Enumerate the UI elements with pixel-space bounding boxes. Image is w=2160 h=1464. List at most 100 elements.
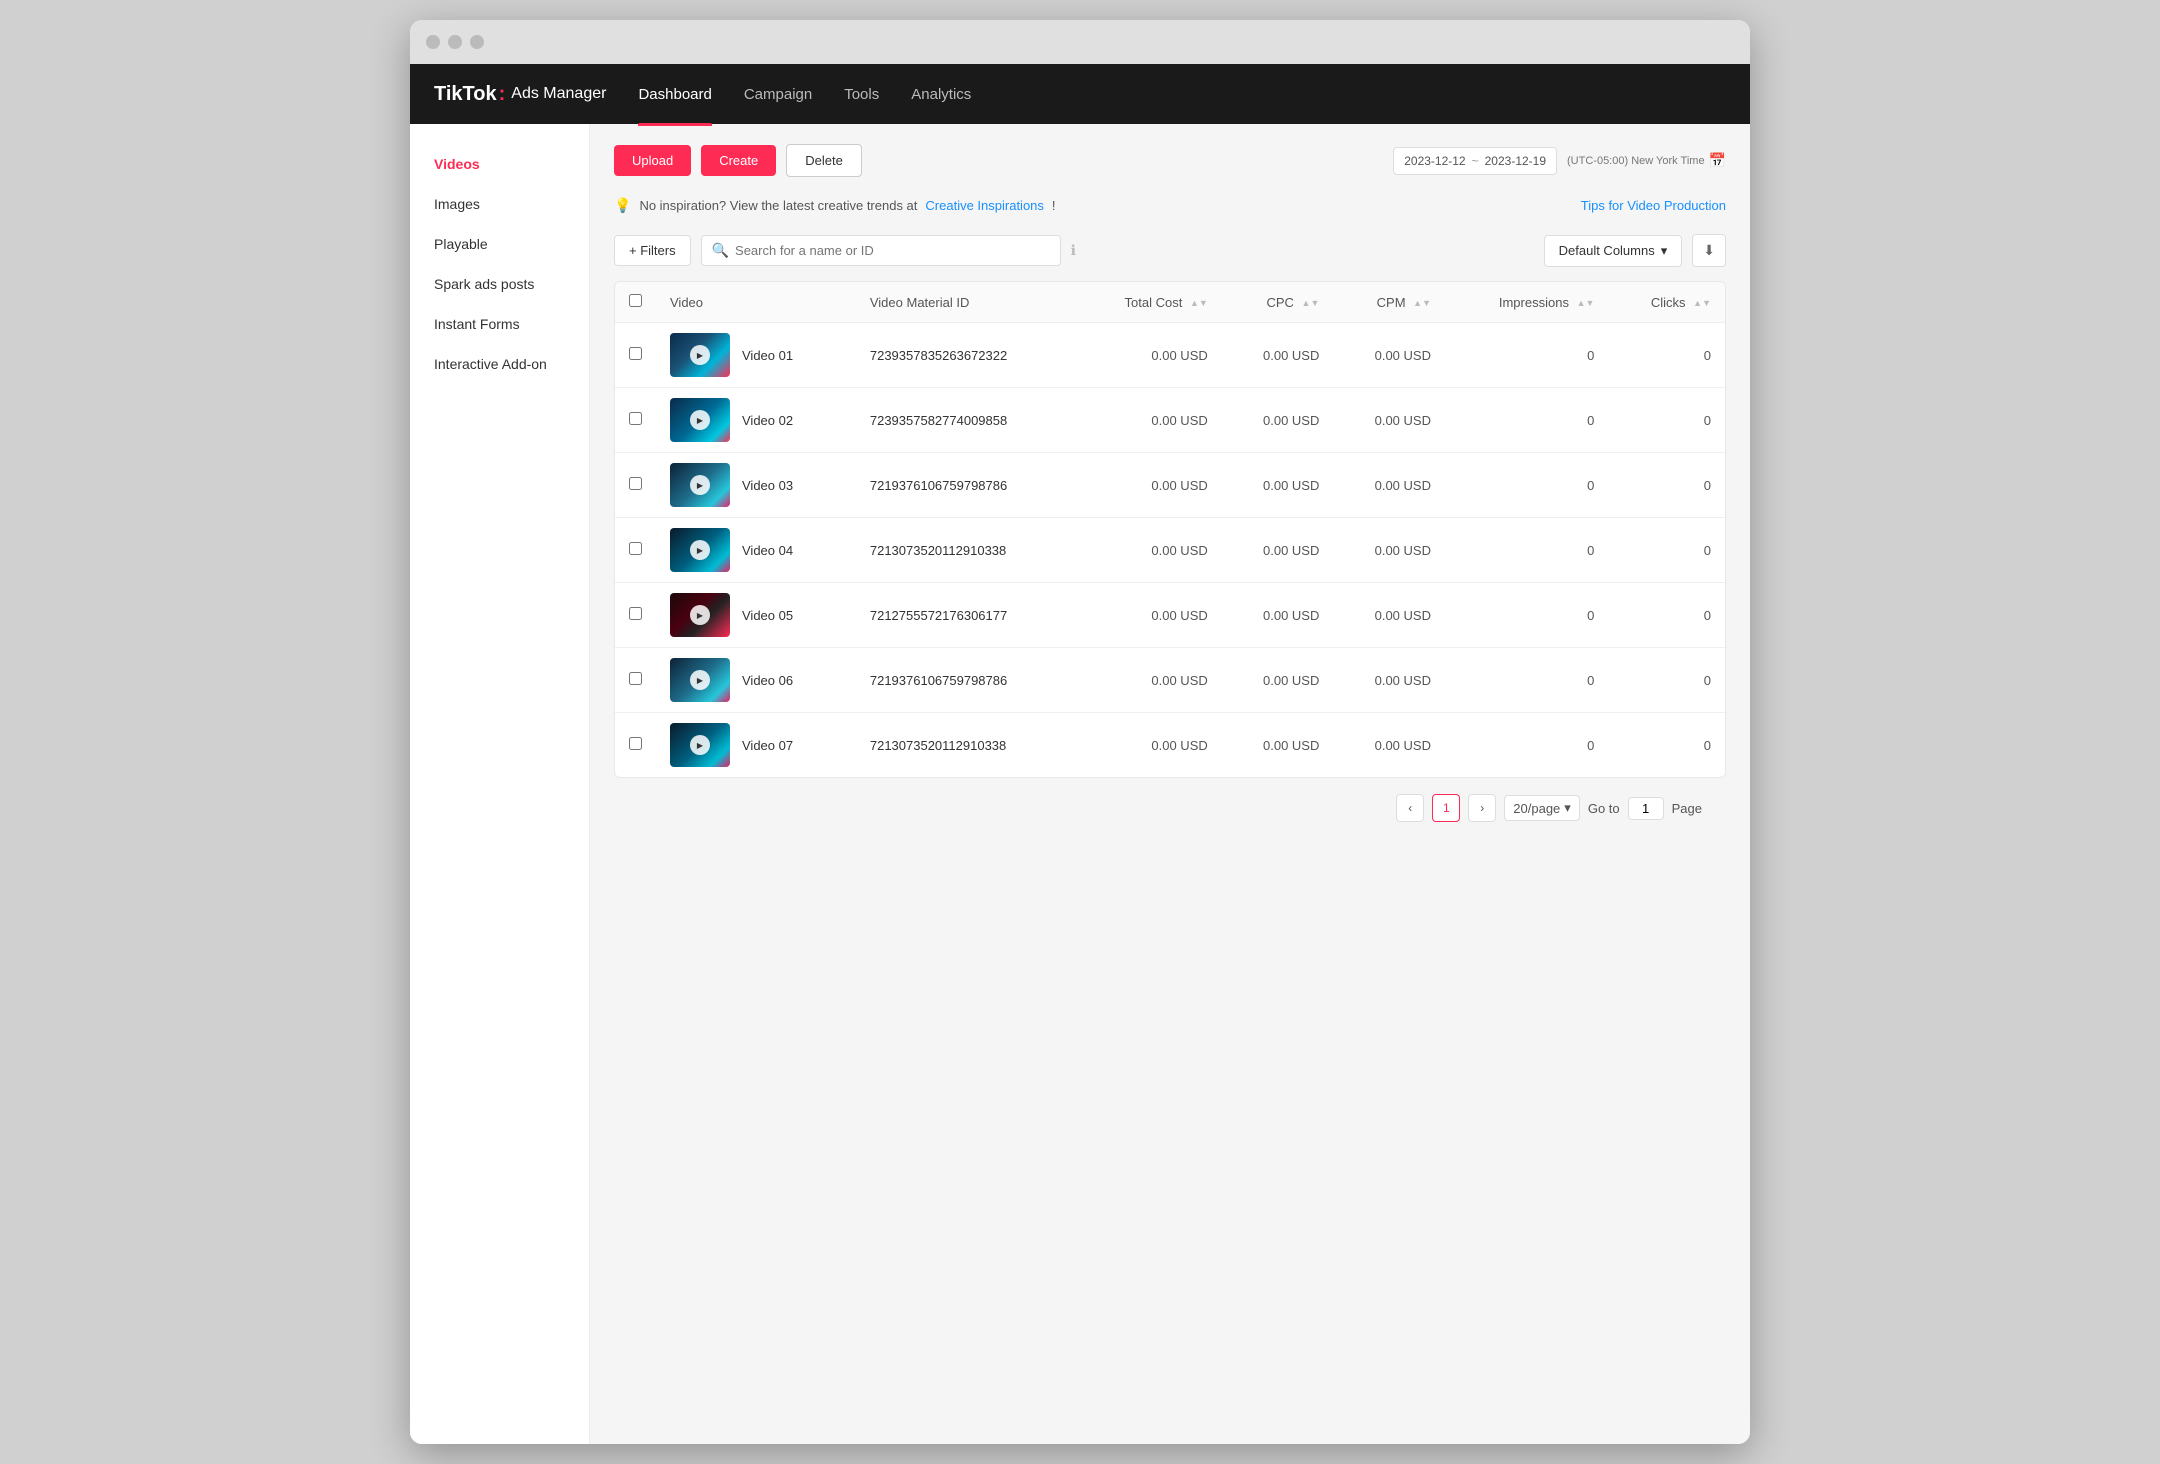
delete-button[interactable]: Delete xyxy=(786,144,862,177)
search-box[interactable]: 🔍 xyxy=(701,235,1061,266)
goto-input[interactable] xyxy=(1628,797,1664,820)
play-icon: ▶ xyxy=(690,735,710,755)
nav-item-campaign[interactable]: Campaign xyxy=(744,82,812,107)
row-checkbox-cell[interactable] xyxy=(615,648,656,713)
table-row: ▶ Video 05 7212755572176306177 0.00 USD … xyxy=(615,583,1725,648)
sidebar-item-spark-ads-posts[interactable]: Spark ads posts xyxy=(410,264,589,304)
cpc-cell: 0.00 USD xyxy=(1222,518,1334,583)
video-name: Video 06 xyxy=(742,673,793,688)
next-page-button[interactable]: › xyxy=(1468,794,1496,822)
cpc-cell: 0.00 USD xyxy=(1222,583,1334,648)
row-checkbox-cell[interactable] xyxy=(615,388,656,453)
date-range-picker[interactable]: 2023-12-12 ~ 2023-12-19 xyxy=(1393,147,1557,175)
row-checkbox[interactable] xyxy=(629,477,642,490)
sort-icon[interactable]: ▲▼ xyxy=(1302,298,1320,308)
upload-button[interactable]: Upload xyxy=(614,145,691,176)
export-icon: ⬇ xyxy=(1703,242,1715,258)
select-all-header[interactable] xyxy=(615,282,656,323)
play-icon: ▶ xyxy=(690,410,710,430)
row-checkbox-cell[interactable] xyxy=(615,583,656,648)
row-checkbox[interactable] xyxy=(629,542,642,555)
cpm-cell: 0.00 USD xyxy=(1333,518,1445,583)
cpm-cell: 0.00 USD xyxy=(1333,648,1445,713)
play-icon: ▶ xyxy=(690,475,710,495)
col-cpm: CPM ▲▼ xyxy=(1333,282,1445,323)
video-thumbnail: ▶ xyxy=(670,398,730,442)
video-thumb-bg: ▶ xyxy=(670,658,730,702)
impressions-cell: 0 xyxy=(1445,648,1608,713)
nav-item-tools[interactable]: Tools xyxy=(844,82,879,107)
video-thumbnail: ▶ xyxy=(670,463,730,507)
sidebar-item-videos[interactable]: Videos xyxy=(410,144,589,184)
col-cpc: CPC ▲▼ xyxy=(1222,282,1334,323)
row-checkbox[interactable] xyxy=(629,607,642,620)
pagination: ‹ 1 › 20/page ▾ Go to Page xyxy=(614,778,1726,838)
video-table: Video Video Material ID Total Cost ▲▼ CP… xyxy=(614,281,1726,778)
maximize-btn[interactable] xyxy=(470,35,484,49)
col-impressions: Impressions ▲▼ xyxy=(1445,282,1608,323)
search-input[interactable] xyxy=(735,243,1050,258)
clicks-cell: 0 xyxy=(1608,518,1725,583)
sidebar-item-playable[interactable]: Playable xyxy=(410,224,589,264)
close-btn[interactable] xyxy=(426,35,440,49)
select-all-checkbox[interactable] xyxy=(629,294,642,307)
total-cost-cell: 0.00 USD xyxy=(1075,648,1222,713)
sidebar-item-interactive-add-on[interactable]: Interactive Add-on xyxy=(410,344,589,384)
row-checkbox-cell[interactable] xyxy=(615,453,656,518)
logo-tiktok: TikTok xyxy=(434,83,497,106)
video-thumb-bg: ▶ xyxy=(670,593,730,637)
row-checkbox-cell[interactable] xyxy=(615,323,656,388)
video-cell: ▶ Video 07 xyxy=(656,713,856,778)
sort-icon[interactable]: ▲▼ xyxy=(1693,298,1711,308)
col-total-cost: Total Cost ▲▼ xyxy=(1075,282,1222,323)
calendar-icon[interactable]: 📅 xyxy=(1709,152,1726,169)
video-cell: ▶ Video 04 xyxy=(656,518,856,583)
titlebar xyxy=(410,20,1750,64)
sort-icon[interactable]: ▲▼ xyxy=(1413,298,1431,308)
filter-button[interactable]: + Filters xyxy=(614,235,691,266)
tips-link[interactable]: Tips for Video Production xyxy=(1581,198,1726,213)
col-material-id: Video Material ID xyxy=(856,282,1075,323)
row-checkbox[interactable] xyxy=(629,347,642,360)
per-page-select[interactable]: 20/page ▾ xyxy=(1504,795,1580,821)
minimize-btn[interactable] xyxy=(448,35,462,49)
top-navigation: TikTok: Ads Manager Dashboard Campaign T… xyxy=(410,64,1750,124)
video-name: Video 07 xyxy=(742,738,793,753)
info-circle-icon[interactable]: ℹ xyxy=(1071,242,1076,259)
sidebar-item-instant-forms[interactable]: Instant Forms xyxy=(410,304,589,344)
prev-page-button[interactable]: ‹ xyxy=(1396,794,1424,822)
chevron-down-icon: ▾ xyxy=(1661,243,1668,259)
row-checkbox[interactable] xyxy=(629,737,642,750)
row-checkbox-cell[interactable] xyxy=(615,713,656,778)
material-id-cell: 7239357835263672322 xyxy=(856,323,1075,388)
export-button[interactable]: ⬇ xyxy=(1692,234,1726,267)
creative-inspirations-link[interactable]: Creative Inspirations xyxy=(925,198,1044,213)
material-id-cell: 7239357582774009858 xyxy=(856,388,1075,453)
total-cost-cell: 0.00 USD xyxy=(1075,323,1222,388)
video-thumb-bg: ▶ xyxy=(670,528,730,572)
page-1-button[interactable]: 1 xyxy=(1432,794,1460,822)
sort-icon[interactable]: ▲▼ xyxy=(1190,298,1208,308)
video-thumbnail: ▶ xyxy=(670,723,730,767)
row-checkbox[interactable] xyxy=(629,412,642,425)
total-cost-cell: 0.00 USD xyxy=(1075,518,1222,583)
row-checkbox-cell[interactable] xyxy=(615,518,656,583)
create-button[interactable]: Create xyxy=(701,145,776,176)
material-id-cell: 7213073520112910338 xyxy=(856,713,1075,778)
video-name: Video 05 xyxy=(742,608,793,623)
play-icon: ▶ xyxy=(690,605,710,625)
nav-item-analytics[interactable]: Analytics xyxy=(911,82,971,107)
columns-button[interactable]: Default Columns ▾ xyxy=(1544,235,1683,267)
nav-item-dashboard[interactable]: Dashboard xyxy=(638,82,711,107)
sort-icon[interactable]: ▲▼ xyxy=(1577,298,1595,308)
clicks-cell: 0 xyxy=(1608,583,1725,648)
info-left: 💡 No inspiration? View the latest creati… xyxy=(614,197,1056,214)
row-checkbox[interactable] xyxy=(629,672,642,685)
date-end: 2023-12-19 xyxy=(1485,154,1546,168)
cpc-cell: 0.00 USD xyxy=(1222,648,1334,713)
sidebar-item-images[interactable]: Images xyxy=(410,184,589,224)
table-row: ▶ Video 04 7213073520112910338 0.00 USD … xyxy=(615,518,1725,583)
material-id-cell: 7213073520112910338 xyxy=(856,518,1075,583)
date-tilde: ~ xyxy=(1472,154,1479,168)
table-row: ▶ Video 06 7219376106759798786 0.00 USD … xyxy=(615,648,1725,713)
